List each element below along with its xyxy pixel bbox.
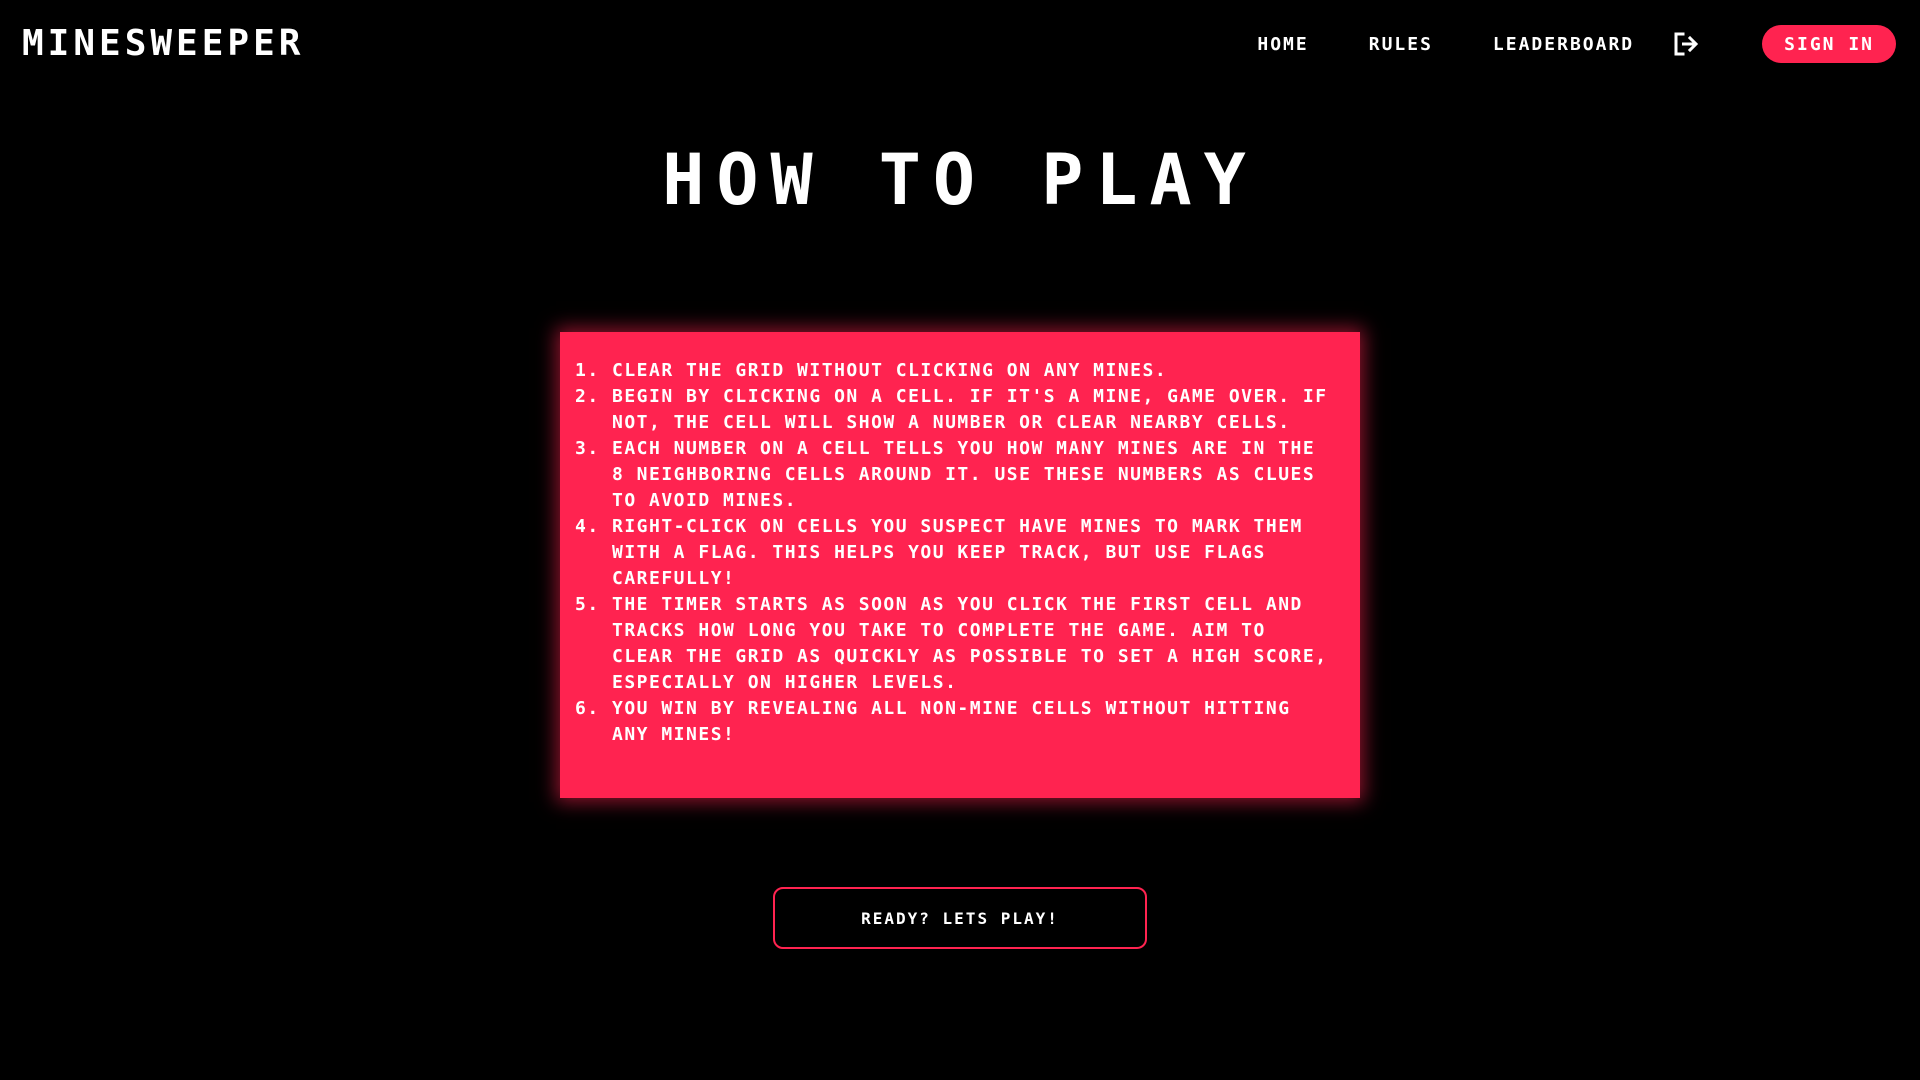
- nav-rules-link[interactable]: RULES: [1369, 34, 1433, 55]
- rules-list: CLEAR THE GRID WITHOUT CLICKING ON ANY M…: [578, 358, 1338, 748]
- site-header: MINESWEEPER HOME RULES LEADERBOARD SIGN …: [0, 0, 1920, 90]
- nav-home-link[interactable]: HOME: [1257, 34, 1308, 55]
- rule-item: RIGHT-CLICK ON CELLS YOU SUSPECT HAVE MI…: [612, 514, 1338, 592]
- rule-item: YOU WIN BY REVEALING ALL NON-MINE CELLS …: [612, 696, 1338, 748]
- play-button[interactable]: READY? LETS PLAY!: [773, 887, 1147, 949]
- logout-icon-graphic: [1674, 32, 1699, 56]
- rule-item: EACH NUMBER ON A CELL TELLS YOU HOW MANY…: [612, 436, 1338, 514]
- sign-in-button[interactable]: SIGN IN: [1762, 25, 1896, 63]
- logo[interactable]: MINESWEEPER: [22, 22, 304, 66]
- nav-leaderboard-link[interactable]: LEADERBOARD: [1493, 34, 1634, 55]
- rules-panel: CLEAR THE GRID WITHOUT CLICKING ON ANY M…: [560, 332, 1360, 798]
- rule-item: BEGIN BY CLICKING ON A CELL. IF IT'S A M…: [612, 384, 1338, 436]
- rule-item: THE TIMER STARTS AS SOON AS YOU CLICK TH…: [612, 592, 1338, 696]
- main-nav: HOME RULES LEADERBOARD SIGN IN: [1257, 25, 1896, 63]
- logout-icon[interactable]: [1672, 30, 1700, 58]
- page-title: HOW TO PLAY: [662, 139, 1258, 221]
- rule-item: CLEAR THE GRID WITHOUT CLICKING ON ANY M…: [612, 358, 1338, 384]
